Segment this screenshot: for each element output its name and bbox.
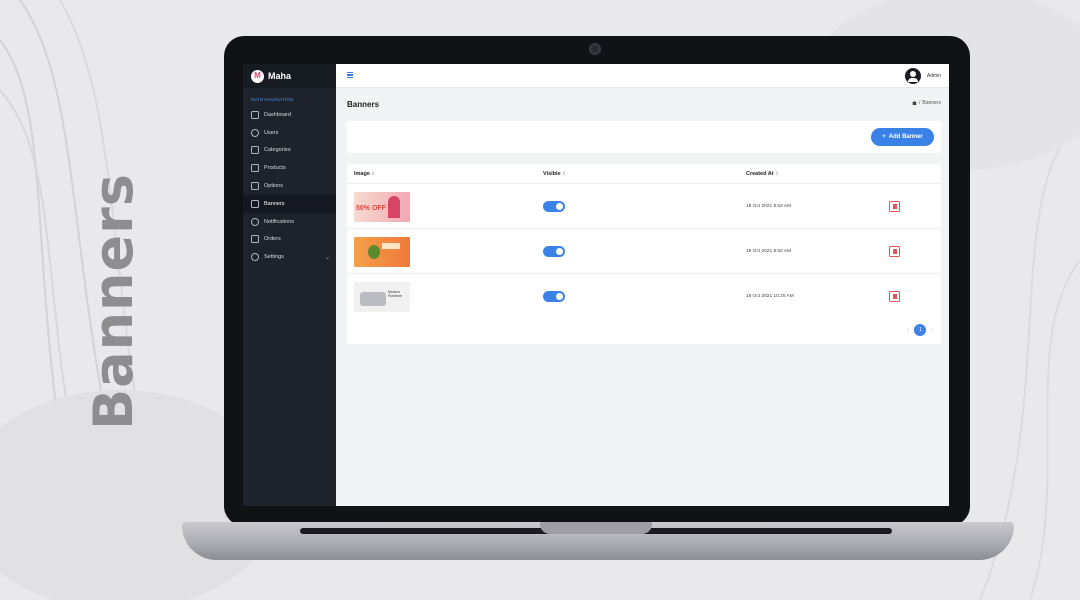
avatar[interactable] [905,68,921,84]
banner-thumbnail[interactable]: Modern Furniture [354,282,410,312]
banner-thumbnail-text: Modern Furniture [388,290,403,299]
next-page-icon[interactable]: › [931,327,933,333]
table-row: Modern Furniture 18 Oct 2021 10:20 AM [347,273,941,318]
sidebar-item-label: Categories [264,147,291,154]
table-row: 18 Oct 2021 9:52 AM [347,228,941,273]
products-icon [251,164,259,173]
menu-toggle-icon[interactable] [347,72,353,78]
sidebar-item-label: Settings [264,254,284,261]
section-title: Banners [82,173,145,430]
pagination: ‹ 1 › [908,324,933,336]
delete-button[interactable] [889,201,900,212]
topbar: Admin [336,64,949,88]
banners-table: Image⇕ Visible⇕ Created At⇕ 50% OFF 18 O… [347,164,941,344]
trash-icon [892,204,897,209]
delete-button[interactable] [889,291,900,302]
sidebar-item-orders[interactable]: Orders [243,231,336,249]
categories-icon [251,146,259,155]
breadcrumb-separator: / [918,100,921,106]
breadcrumb-current: Banners [922,100,941,106]
delete-button[interactable] [889,246,900,257]
banner-thumbnail[interactable] [354,237,410,267]
sidebar-item-settings[interactable]: Settings ⌄ [243,248,336,266]
toolbar-card: + Add Banner [347,121,941,153]
column-header-image[interactable]: Image⇕ [354,171,375,177]
users-icon [251,128,259,137]
brand-name: Maha [268,71,292,81]
visible-toggle[interactable] [543,246,565,257]
sidebar-item-categories[interactable]: Categories [243,142,336,160]
orders-icon [251,235,259,244]
sidebar-item-dashboard[interactable]: Dashboard [243,106,336,124]
gear-icon [251,253,259,262]
trash-icon [892,294,897,299]
sidebar-item-label: Banners [264,200,285,207]
prev-page-icon[interactable]: ‹ [908,327,910,333]
plus-icon: + [882,134,886,140]
sidebar-item-label: Users [264,129,279,136]
home-icon[interactable] [911,101,917,105]
bell-icon [251,217,259,226]
sidebar-item-label: Products [264,165,286,172]
app-screen: M Maha MAIN NAVIGATION Dashboard Users C… [243,64,949,506]
home-icon [251,110,259,119]
sidebar-item-label: Notifications [264,218,294,225]
sidebar-item-products[interactable]: Products [243,159,336,177]
laptop-notch [540,522,652,534]
sidebar-item-banners[interactable]: Banners [243,194,336,213]
sidebar-item-notifications[interactable]: Notifications [243,213,336,231]
banners-icon [251,199,259,208]
banner-thumbnail[interactable]: 50% OFF [354,192,410,222]
chevron-down-icon: ⌄ [324,254,330,261]
sidebar: M Maha MAIN NAVIGATION Dashboard Users C… [243,64,336,506]
visible-toggle[interactable] [543,291,565,302]
brand-logo-icon: M [251,69,264,83]
created-at: 18 Oct 2021 9:52 AM [746,249,792,254]
trash-icon [892,249,897,254]
table-row: 50% OFF 18 Oct 2021 9:52 AM [347,183,941,228]
add-banner-label: Add Banner [888,134,923,140]
column-header-created[interactable]: Created At⇕ [746,171,779,177]
add-banner-button[interactable]: + Add Banner [871,128,934,146]
column-header-visible[interactable]: Visible⇕ [543,171,566,177]
visible-toggle[interactable] [543,201,565,212]
options-icon [251,182,259,191]
sort-icon: ⇕ [370,171,376,177]
banner-thumbnail-text: 50% OFF [356,205,386,212]
page-title: Banners [347,100,380,109]
sidebar-item-label: Dashboard [264,111,291,118]
sort-icon: ⇕ [774,171,779,177]
breadcrumb: / Banners [911,100,941,106]
sort-icon: ⇕ [561,171,566,177]
sidebar-item-users[interactable]: Users [243,124,336,142]
sidebar-item-options[interactable]: Options [243,177,336,195]
page-number-current[interactable]: 1 [914,324,927,336]
nav-section-label: MAIN NAVIGATION [251,97,294,102]
camera-icon [589,43,601,55]
created-at: 18 Oct 2021 10:20 AM [746,294,794,299]
user-name[interactable]: Admin [927,73,941,79]
sidebar-item-label: Options [264,183,283,190]
brand[interactable]: M Maha [243,64,336,88]
created-at: 18 Oct 2021 9:52 AM [746,204,792,209]
sidebar-item-label: Orders [264,236,281,243]
